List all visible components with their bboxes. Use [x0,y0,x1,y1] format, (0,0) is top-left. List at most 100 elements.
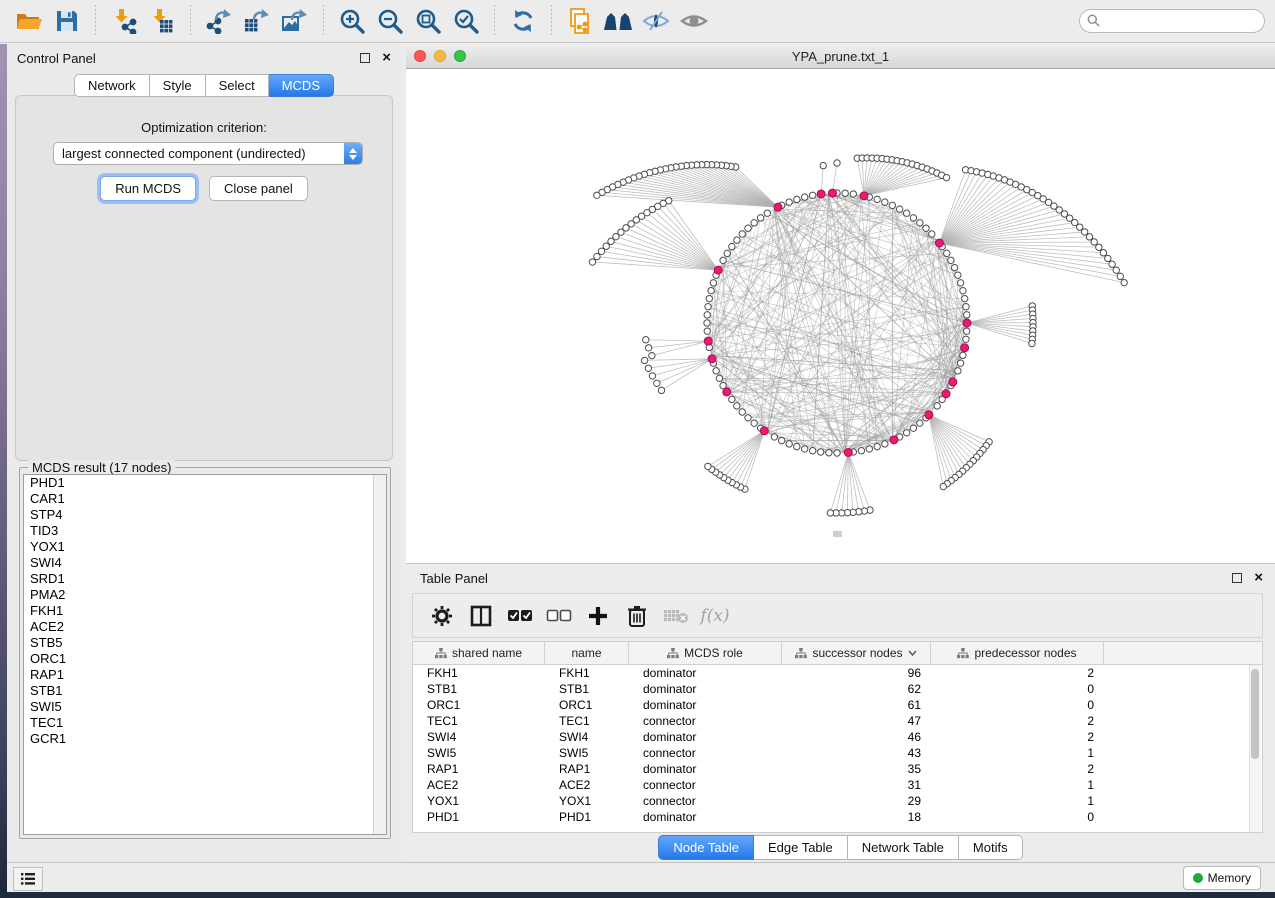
close-panel-icon[interactable]: × [382,53,391,63]
mcds-result-item[interactable]: SRD1 [24,571,386,587]
table-row[interactable]: YOX1YOX1connector291 [413,793,1262,809]
cell-MCDS-role[interactable]: connector [629,778,782,792]
cell-shared-name[interactable]: PHD1 [413,810,545,824]
cell-shared-name[interactable]: ORC1 [413,698,545,712]
columns-icon[interactable] [468,603,494,629]
cell-MCDS-role[interactable]: connector [629,746,782,760]
open-folder-icon[interactable] [14,6,44,36]
mcds-result-item[interactable]: SWI4 [24,555,386,571]
mcds-result-item[interactable]: ACE2 [24,619,386,635]
table-row[interactable]: ORC1ORC1dominator610 [413,697,1262,713]
add-icon[interactable] [585,603,611,629]
cell-predecessor-nodes[interactable]: 1 [931,794,1104,808]
mcds-result-item[interactable]: TEC1 [24,715,386,731]
float-panel-icon[interactable] [360,53,370,63]
cell-MCDS-role[interactable]: dominator [629,762,782,776]
cell-MCDS-role[interactable]: dominator [629,682,782,696]
cell-predecessor-nodes[interactable]: 2 [931,666,1104,680]
cell-MCDS-role[interactable]: dominator [629,810,782,824]
zoom-in-icon[interactable] [337,6,367,36]
cell-name[interactable]: STB1 [545,682,629,696]
refresh-icon[interactable] [508,6,538,36]
zoom-selected-icon[interactable] [451,6,481,36]
clone-network-icon[interactable] [565,6,595,36]
close-panel-button[interactable]: Close panel [209,176,308,201]
deselect-all-icon[interactable] [546,603,572,629]
zoom-fit-icon[interactable] [413,6,443,36]
table-row[interactable]: PHD1PHD1dominator180 [413,809,1262,825]
table-row[interactable]: SWI4SWI4dominator462 [413,729,1262,745]
table-row[interactable]: STB1STB1dominator620 [413,681,1262,697]
tab-select[interactable]: Select [206,74,269,97]
save-icon[interactable] [52,6,82,36]
cell-shared-name[interactable]: YOX1 [413,794,545,808]
cell-successor-nodes[interactable]: 62 [782,682,931,696]
column-header-shared-name[interactable]: shared name [413,642,545,664]
close-table-panel-icon[interactable]: × [1254,573,1263,583]
cell-MCDS-role[interactable]: dominator [629,730,782,744]
mcds-result-item[interactable]: YOX1 [24,539,386,555]
memory-button[interactable]: Memory [1183,866,1261,890]
select-all-icon[interactable] [507,603,533,629]
table-row[interactable]: RAP1RAP1dominator352 [413,761,1262,777]
cell-name[interactable]: SWI5 [545,746,629,760]
column-header-predecessor-nodes[interactable]: predecessor nodes [931,642,1104,664]
cell-name[interactable]: PHD1 [545,810,629,824]
table-row[interactable]: ACE2ACE2connector311 [413,777,1262,793]
settings-icon[interactable] [429,603,455,629]
tab-edge-table[interactable]: Edge Table [754,835,848,860]
column-header-successor-nodes[interactable]: successor nodes [782,642,931,664]
column-header-MCDS-role[interactable]: MCDS role [629,642,782,664]
cell-successor-nodes[interactable]: 18 [782,810,931,824]
mcds-result-list[interactable]: PHD1CAR1STP4TID3YOX1SWI4SRD1PMA2FKH1ACE2… [23,474,387,835]
export-image-icon[interactable] [280,6,310,36]
zoom-out-icon[interactable] [375,6,405,36]
mcds-result-item[interactable]: RAP1 [24,667,386,683]
cell-shared-name[interactable]: RAP1 [413,762,545,776]
cell-shared-name[interactable]: FKH1 [413,666,545,680]
cell-successor-nodes[interactable]: 47 [782,714,931,728]
cell-name[interactable]: ORC1 [545,698,629,712]
mcds-result-item[interactable]: GCR1 [24,731,386,747]
cell-predecessor-nodes[interactable]: 2 [931,762,1104,776]
cell-predecessor-nodes[interactable]: 0 [931,698,1104,712]
network-canvas[interactable] [406,69,1275,564]
export-table-icon[interactable] [242,6,272,36]
cell-successor-nodes[interactable]: 96 [782,666,931,680]
table-scrollbar[interactable] [1249,665,1261,832]
cell-successor-nodes[interactable]: 29 [782,794,931,808]
cell-MCDS-role[interactable]: dominator [629,666,782,680]
cell-predecessor-nodes[interactable]: 0 [931,810,1104,824]
cell-predecessor-nodes[interactable]: 2 [931,730,1104,744]
tab-network[interactable]: Network [74,74,150,97]
mcds-result-item[interactable]: TID3 [24,523,386,539]
mcds-result-item[interactable]: PMA2 [24,587,386,603]
cell-name[interactable]: FKH1 [545,666,629,680]
tab-mcds[interactable]: MCDS [269,74,334,97]
cell-name[interactable]: RAP1 [545,762,629,776]
import-table-icon[interactable] [147,6,177,36]
cell-predecessor-nodes[interactable]: 2 [931,714,1104,728]
table-row[interactable]: FKH1FKH1dominator962 [413,665,1262,681]
run-mcds-button[interactable]: Run MCDS [100,176,196,201]
cell-shared-name[interactable]: STB1 [413,682,545,696]
cell-successor-nodes[interactable]: 35 [782,762,931,776]
cell-shared-name[interactable]: ACE2 [413,778,545,792]
cell-successor-nodes[interactable]: 61 [782,698,931,712]
cell-successor-nodes[interactable]: 31 [782,778,931,792]
cell-name[interactable]: TEC1 [545,714,629,728]
cell-shared-name[interactable]: TEC1 [413,714,545,728]
column-header-name[interactable]: name [545,642,629,664]
search-input[interactable] [1079,9,1265,33]
tab-motifs[interactable]: Motifs [959,835,1023,860]
status-menu-button[interactable] [13,867,43,891]
cell-MCDS-role[interactable]: connector [629,714,782,728]
mcds-result-item[interactable]: STB1 [24,683,386,699]
cell-MCDS-role[interactable]: connector [629,794,782,808]
splitter-handle[interactable] [833,531,842,537]
tab-network-table[interactable]: Network Table [848,835,959,860]
cell-MCDS-role[interactable]: dominator [629,698,782,712]
mcds-result-item[interactable]: FKH1 [24,603,386,619]
network-graph[interactable] [406,69,1275,564]
mcds-result-item[interactable]: STB5 [24,635,386,651]
